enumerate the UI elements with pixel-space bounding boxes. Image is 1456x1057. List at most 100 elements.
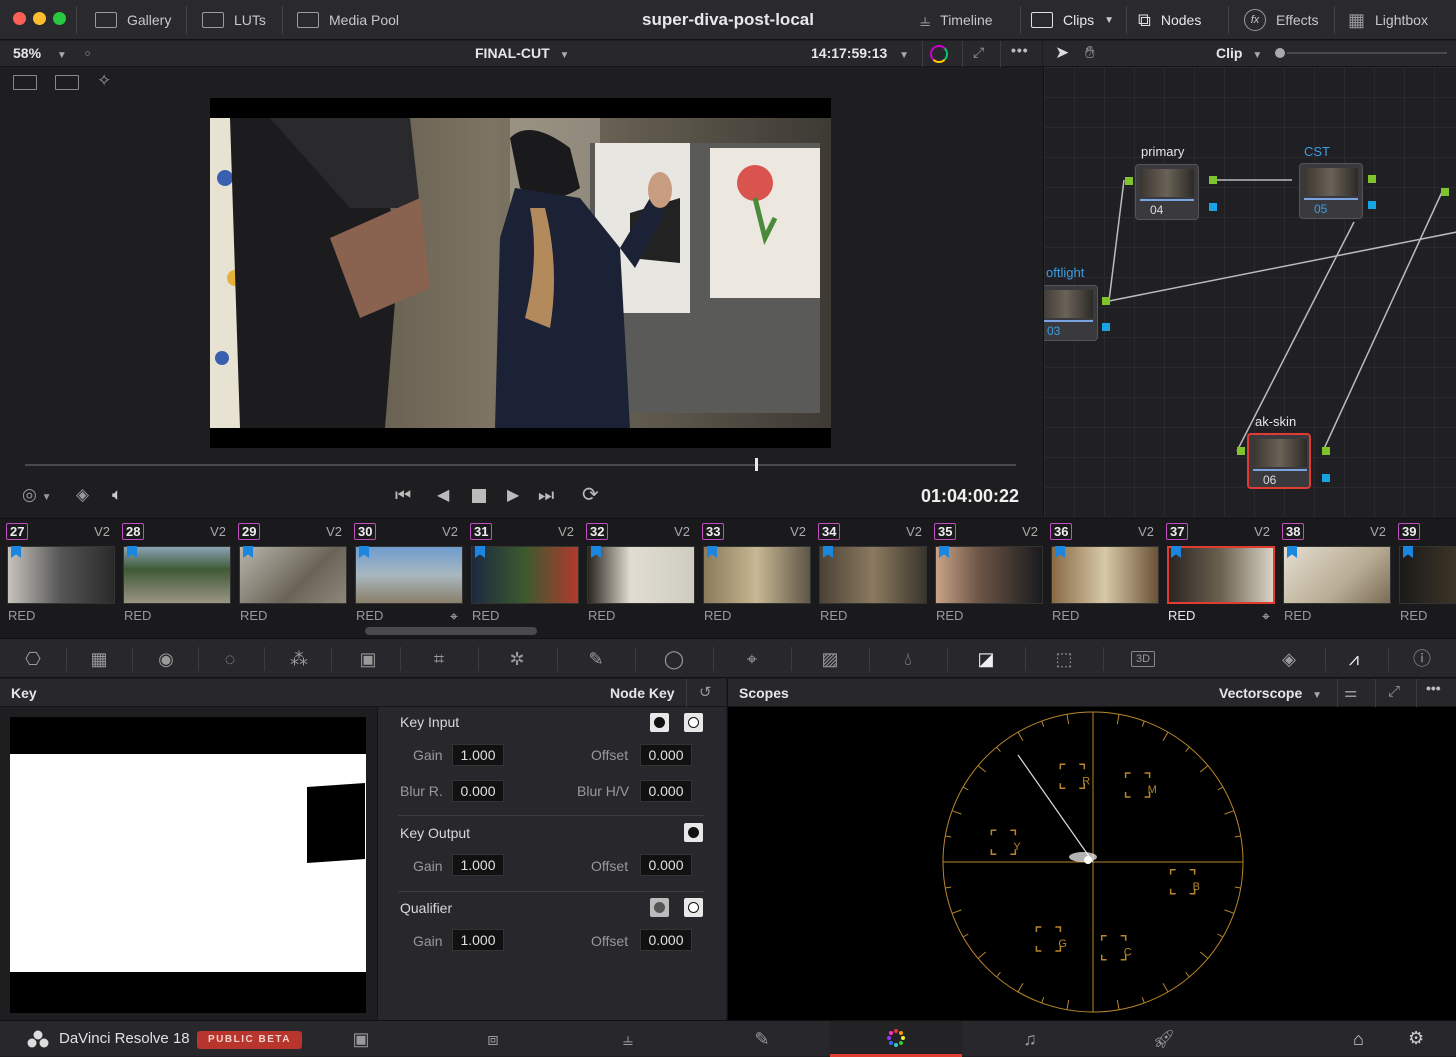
node-input-port[interactable]: [1441, 188, 1449, 196]
stop-icon[interactable]: [472, 489, 486, 503]
scope-options-icon[interactable]: •••: [1426, 680, 1441, 696]
sizing-icon[interactable]: ⬚: [1053, 648, 1075, 670]
luts-button[interactable]: LUTs: [202, 8, 266, 32]
node-output-port[interactable]: [1368, 201, 1376, 209]
node-output-port[interactable]: [1209, 176, 1217, 184]
clip-thumbnail[interactable]: 39 RED: [1392, 519, 1456, 639]
fairlight-page-icon[interactable]: ♫: [964, 1021, 1096, 1057]
curves-icon[interactable]: ⌗: [428, 648, 450, 670]
color-page-icon[interactable]: [830, 1021, 962, 1057]
viewer-frame[interactable]: [210, 98, 831, 448]
key-icon[interactable]: ◪: [975, 648, 997, 670]
hdr-icon[interactable]: ◌: [219, 648, 241, 670]
key-input-offset-field[interactable]: 0.000: [640, 744, 692, 766]
reset-icon[interactable]: ↺: [699, 683, 712, 701]
clip-thumbnail[interactable]: 29 V2 RED: [232, 519, 348, 639]
qualifier-mask-toggle[interactable]: [684, 898, 703, 917]
viewer-mode-icon[interactable]: ◎ ▼: [22, 485, 51, 505]
qualifier-gain-field[interactable]: 1.000: [452, 929, 504, 951]
gear-icon[interactable]: ⚙: [1408, 1028, 1424, 1049]
clip-thumbnail[interactable]: 34 V2 RED: [812, 519, 928, 639]
qualifier-icon[interactable]: ✎: [585, 648, 607, 670]
node-input-port[interactable]: [1125, 177, 1133, 185]
minimize-window-button[interactable]: [33, 12, 46, 25]
scrubber-track[interactable]: [25, 464, 1016, 466]
3d-icon[interactable]: 3D: [1131, 651, 1155, 667]
edit-page-icon[interactable]: ⫨: [562, 1021, 694, 1057]
color-match-icon[interactable]: ▦: [88, 648, 110, 670]
clips-button[interactable]: Clips ▼: [1031, 8, 1114, 32]
node-primary[interactable]: 04: [1135, 164, 1199, 220]
clip-thumbnail[interactable]: 38 V2 RED: [1276, 519, 1392, 639]
grid-view-icon[interactable]: [55, 75, 79, 90]
key-output-invert-toggle[interactable]: [684, 823, 703, 842]
expand-icon[interactable]: ⤢: [1388, 683, 1400, 700]
clip-thumbnail[interactable]: 30 V2 RED ⌖: [348, 519, 464, 639]
node-output-port[interactable]: [1368, 175, 1376, 183]
qualifier-offset-field[interactable]: 0.000: [640, 929, 692, 951]
blur-r-field[interactable]: 0.000: [452, 780, 504, 802]
key-output-gain-field[interactable]: 1.000: [452, 854, 504, 876]
go-to-start-icon[interactable]: ⏮︎: [395, 485, 411, 506]
zoom-dropdown[interactable]: 58% ▼: [13, 45, 67, 61]
blur-hv-field[interactable]: 0.000: [640, 780, 692, 802]
reverse-play-icon[interactable]: ◀: [437, 485, 449, 505]
primaries-icon[interactable]: ◉: [155, 648, 177, 670]
lightbox-button[interactable]: ▦ Lightbox: [1348, 8, 1428, 32]
node-cst[interactable]: 05: [1299, 163, 1363, 219]
clip-thumbnail[interactable]: 28 V2 RED: [116, 519, 232, 639]
cut-page-icon[interactable]: ⧈: [427, 1021, 559, 1057]
key-input-invert-toggle[interactable]: [650, 713, 669, 732]
loop-icon[interactable]: ⟳: [582, 482, 599, 507]
volume-icon[interactable]: 🔈︎: [112, 485, 122, 505]
motion-effects-icon[interactable]: ▣: [357, 648, 379, 670]
window-icon[interactable]: ◯: [663, 648, 685, 670]
playhead[interactable]: [755, 458, 758, 471]
deliver-page-icon[interactable]: 🚀︎: [1098, 1021, 1230, 1057]
tracker-icon[interactable]: ⌖: [741, 648, 763, 670]
scope-settings-icon[interactable]: ⚌: [1344, 683, 1357, 701]
node-output-port[interactable]: [1322, 447, 1330, 455]
layers-icon[interactable]: ◈: [76, 485, 89, 505]
node-softlight[interactable]: 03: [1044, 285, 1098, 341]
magic-mask-icon[interactable]: ▨: [819, 648, 841, 670]
key-output-offset-field[interactable]: 0.000: [640, 854, 692, 876]
clip-thumbnail[interactable]: 27 V2 RED: [0, 519, 116, 639]
node-output-port[interactable]: [1102, 323, 1110, 331]
home-icon[interactable]: ⌂: [1353, 1029, 1364, 1050]
clip-thumbnail[interactable]: 33 V2 RED: [696, 519, 812, 639]
timecode-display[interactable]: 01:04:00:22: [921, 486, 1019, 507]
zoom-slider-handle[interactable]: [1275, 48, 1285, 58]
play-icon[interactable]: ▶: [507, 485, 519, 505]
hand-icon[interactable]: ✋︎: [1085, 43, 1095, 63]
zoom-slider[interactable]: [1287, 52, 1447, 54]
node-output-port[interactable]: [1102, 297, 1110, 305]
rgb-mixer-icon[interactable]: ⁂: [288, 648, 310, 670]
record-timecode-dropdown[interactable]: 14:17:59:13 ▼: [811, 45, 909, 61]
clip-thumbnail[interactable]: 36 V2 RED: [1044, 519, 1160, 639]
media-page-icon[interactable]: ▣: [295, 1021, 427, 1057]
node-mode-dropdown[interactable]: Clip ▼: [1216, 45, 1262, 61]
split-screen-icon[interactable]: [13, 75, 37, 90]
qualifier-invert-toggle[interactable]: [650, 898, 669, 917]
go-to-end-icon[interactable]: ⏭︎: [538, 485, 554, 506]
clip-thumbnail[interactable]: 35 V2 RED: [928, 519, 1044, 639]
key-input-gain-field[interactable]: 1.000: [452, 744, 504, 766]
node-output-port[interactable]: [1322, 474, 1330, 482]
key-input-mask-toggle[interactable]: [684, 713, 703, 732]
node-graph[interactable]: primary 04 CST 05 oftlight 03 ak-skin 06: [1043, 67, 1456, 517]
media-pool-button[interactable]: Media Pool: [297, 8, 399, 32]
scope-type-dropdown[interactable]: Vectorscope ▼: [1219, 685, 1322, 701]
clip-thumbnail-selected[interactable]: 37 V2 RED ⌖: [1160, 519, 1276, 639]
zoom-window-button[interactable]: [53, 12, 66, 25]
clip-thumbnail[interactable]: 32 V2 RED: [580, 519, 696, 639]
nodes-button[interactable]: ⧉ Nodes: [1138, 8, 1201, 32]
timeline-dropdown[interactable]: FINAL-CUT ▼: [475, 45, 569, 61]
node-ak-skin[interactable]: 06: [1247, 433, 1311, 489]
keyframes-icon[interactable]: ◈: [1278, 648, 1300, 670]
viewer-options-icon[interactable]: •••: [1011, 42, 1029, 58]
camera-raw-icon[interactable]: ⎔: [22, 648, 44, 670]
clip-thumbnail[interactable]: 31 V2 RED: [464, 519, 580, 639]
strip-scrollbar[interactable]: [365, 627, 537, 635]
gallery-button[interactable]: Gallery: [95, 8, 171, 32]
